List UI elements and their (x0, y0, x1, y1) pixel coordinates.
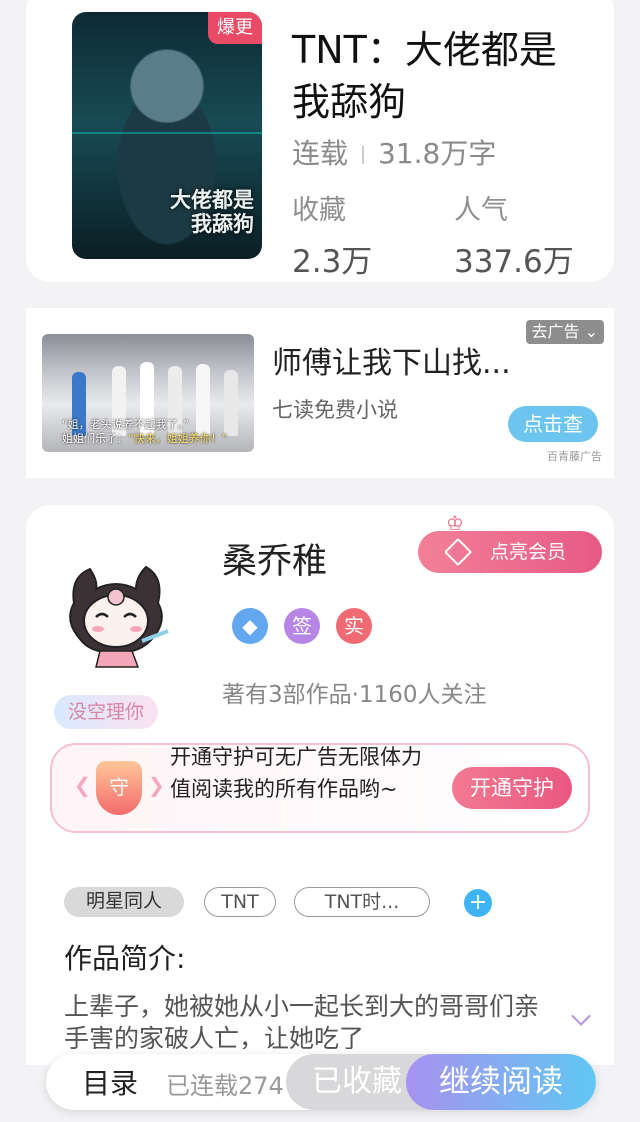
expand-chevron-icon[interactable] (571, 1006, 591, 1026)
ad-image[interactable]: “姐，老头说养不起我了。” 姐姐们乐了：“快来，姐姐养你！” (42, 334, 254, 452)
guard-shield-icon: 守 (96, 761, 142, 815)
popularity-value: 337.6万 (454, 244, 574, 280)
word-count: 31.8万字 (378, 137, 497, 170)
ad-caption-highlight: “快来，姐姐养你！” (128, 432, 228, 445)
ad-caption-line-1: “姐，老头说养不起我了。” (62, 418, 189, 431)
wing-right-icon: ❯ (148, 773, 165, 797)
ad-cta-button[interactable]: 点击查 (508, 406, 598, 442)
book-cover[interactable]: 大佬都是我舔狗 爆更 (72, 12, 262, 259)
ad-caption-part: 姐姐们乐了： (62, 432, 128, 445)
ad-image-caption: “姐，老头说养不起我了。” 姐姐们乐了：“快来，姐姐养你！” (62, 418, 227, 446)
continue-reading-button[interactable]: 继续阅读 (406, 1054, 596, 1110)
ad-card[interactable]: “姐，老头说养不起我了。” 姐姐们乐了：“快来，姐姐养你！” 师傅让我下山找..… (26, 308, 614, 478)
ad-title[interactable]: 师傅让我下山找... (272, 338, 511, 382)
tag-tnt[interactable]: TNT (204, 887, 276, 917)
author-stats: 著有3部作品·1160人关注 (222, 682, 487, 708)
vip-button-label: 点亮会员 (490, 541, 567, 563)
tag-tnt-era[interactable]: TNT时... (294, 887, 430, 917)
serial-status: 已连载274 (166, 1072, 284, 1100)
intro-text[interactable]: 上辈子，她被她从小一起长到大的哥哥们亲手害的家破人亡，让她吃了 (64, 991, 544, 1049)
add-tag-icon[interactable]: + (464, 889, 492, 917)
popularity-label: 人气 (454, 195, 508, 226)
meta-divider (362, 146, 365, 164)
author-avatar[interactable] (56, 555, 176, 675)
guard-description: 开通守护可无广告无限体力值阅读我的所有作品哟~ (170, 745, 422, 801)
sign-badge[interactable]: 签 (284, 608, 320, 644)
verified-badge[interactable]: 实 (336, 608, 372, 644)
ad-caption-line-2: 姐姐们乐了：“快来，姐姐养你！” (62, 432, 227, 446)
intro-label: 作品简介: (64, 942, 186, 975)
book-title: TNT：大佬都是我舔狗 (292, 28, 557, 124)
favorites-value: 2.3万 (292, 244, 373, 280)
update-badge: 爆更 (208, 12, 262, 44)
tag-star-fanfic[interactable]: 明星同人 (64, 887, 184, 917)
ad-mark: 百青藤广告 (547, 450, 602, 463)
remove-ad-button[interactable]: 去广告 ⌄ (525, 320, 604, 344)
wing-left-icon: ❮ (74, 773, 91, 797)
favorites-label: 收藏 (292, 195, 346, 226)
level-badge-icon[interactable]: ◆ (232, 608, 268, 644)
ad-source: 七读免费小说 (272, 398, 398, 422)
book-status: 连载 (292, 137, 349, 170)
cover-title: 大佬都是我舔狗 (170, 187, 254, 236)
cover-decoration (72, 132, 262, 192)
diamond-icon (443, 537, 473, 567)
book-meta: 连载 31.8万字 (292, 132, 496, 172)
author-status-tag: 没空理你 (54, 695, 159, 729)
guard-button[interactable]: 开通守护 (452, 767, 572, 809)
toc-button[interactable]: 目录 (82, 1062, 138, 1102)
bottom-action-bar: 目录 已连载274 已收藏 继续阅读 (46, 1054, 596, 1110)
author-card: 桑乔稚 ♔ 点亮会员 ◆ 签 实 著有3部作品·1160人关注 没空理你 ❮ 守… (26, 505, 614, 1065)
guard-banner[interactable]: ❮ 守 ❯ 开通守护可无广告无限体力值阅读我的所有作品哟~ 开通守护 (50, 743, 590, 833)
book-card: 大佬都是我舔狗 爆更 TNT：大佬都是我舔狗 连载 31.8万字 收藏 人气 2.… (26, 0, 614, 282)
author-name: 桑乔稚 (222, 542, 328, 582)
vip-button[interactable]: 点亮会员 (418, 531, 602, 573)
